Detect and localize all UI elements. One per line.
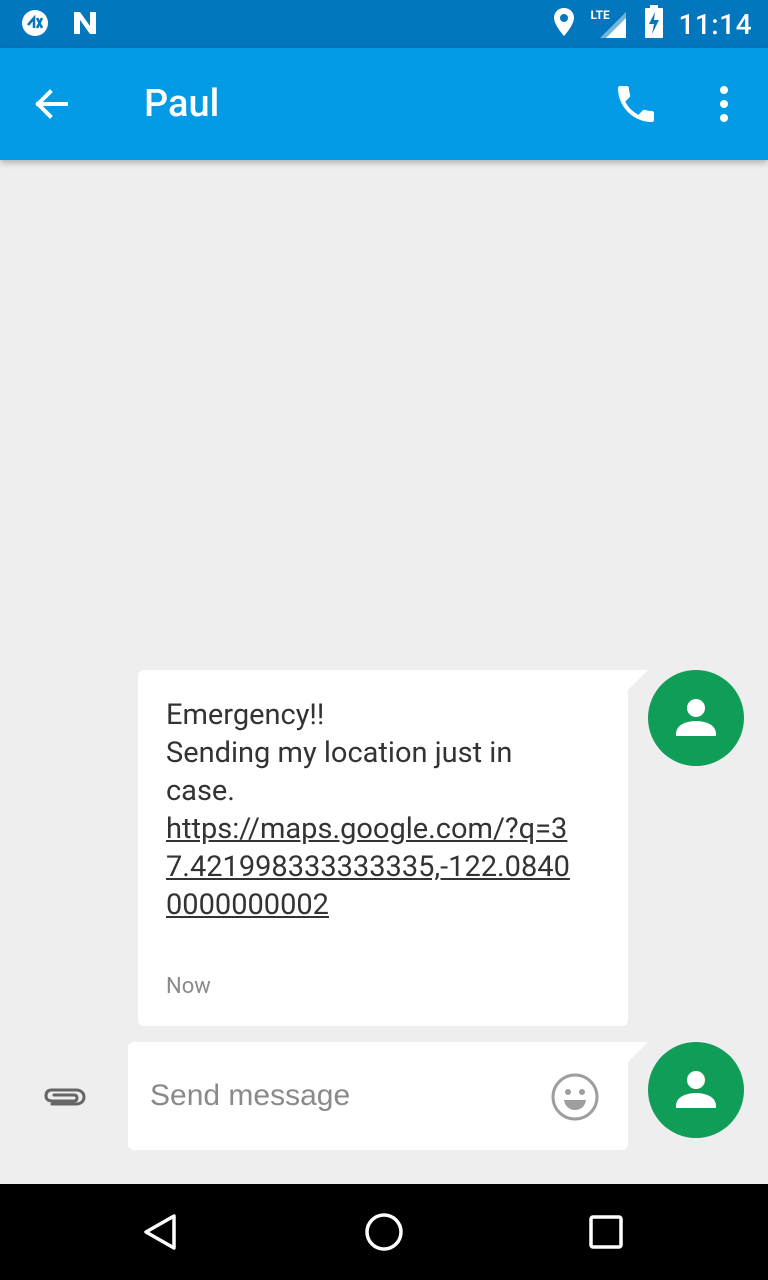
sender-avatar[interactable] [648,670,744,766]
self-avatar[interactable] [648,1042,744,1138]
nav-back-icon[interactable] [140,1212,180,1256]
conversation-title: Paul [144,82,220,126]
nav-home-icon[interactable] [364,1212,404,1256]
message-bubble[interactable]: Emergency!! Sending my location just in … [138,670,648,1026]
compose-box[interactable] [128,1042,648,1150]
person-icon [676,1071,716,1108]
back-arrow-icon[interactable] [32,84,80,124]
status-bar: LTE 11:14 [0,0,768,48]
emoji-icon[interactable] [550,1072,600,1122]
more-vert-icon[interactable] [706,82,742,126]
message-text: Emergency!! Sending my location just in … [166,696,586,924]
navigation-bar [0,1184,768,1280]
n-logo-icon [70,8,100,42]
notification-badge-icon [20,8,50,42]
nav-recents-icon[interactable] [588,1214,624,1254]
location-link[interactable]: https://maps.google.com/?q=37.4219983333… [166,810,586,924]
paperclip-icon[interactable] [40,1078,88,1118]
message-input[interactable] [150,1072,530,1120]
phone-icon[interactable] [612,80,664,132]
signal-icon: LTE [590,8,630,40]
person-icon [676,699,716,736]
message-timestamp: Now [166,974,211,999]
battery-charging-icon [644,5,664,43]
message-line: Emergency!! [166,698,325,732]
app-bar: Paul [0,48,768,160]
message-line: Sending my location just in case. [166,736,513,808]
location-icon [552,6,576,42]
status-time: 11:14 [678,7,752,41]
